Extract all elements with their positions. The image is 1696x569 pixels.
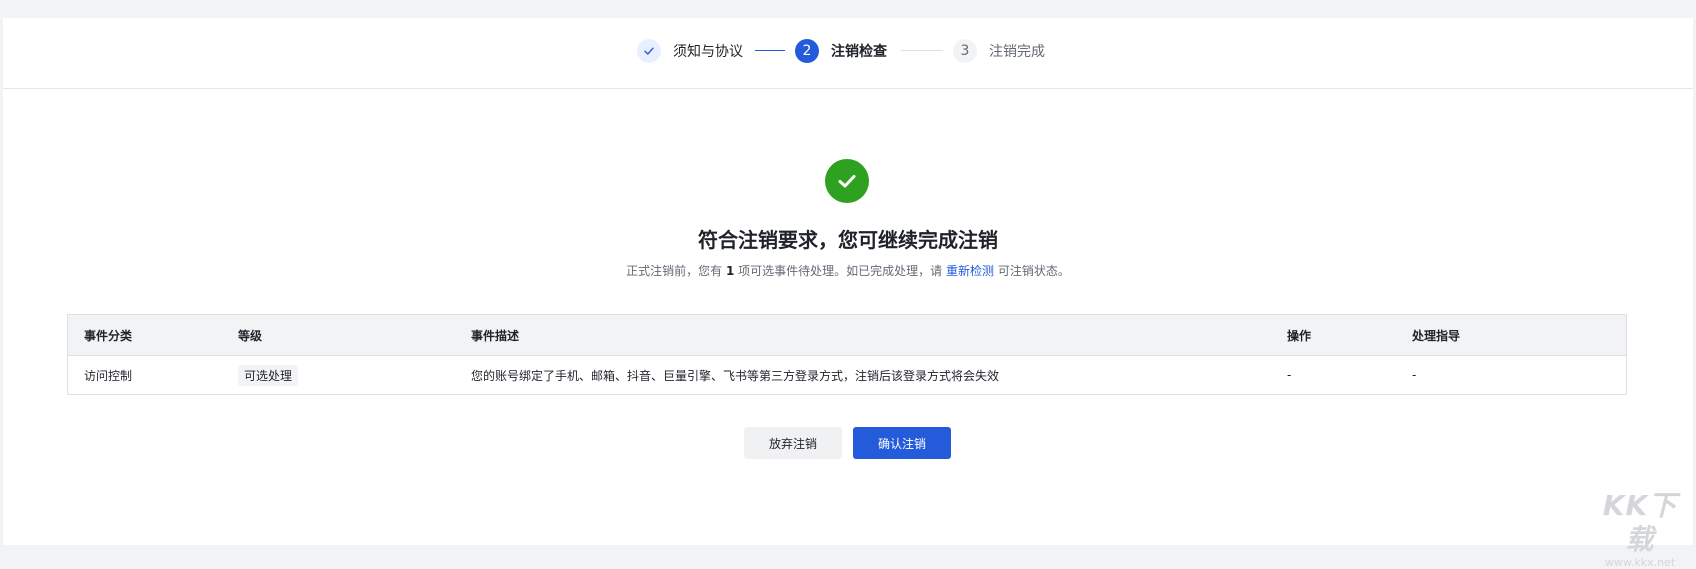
- step-check: 2 注销检查: [795, 38, 887, 64]
- step-connector-2: [901, 50, 943, 51]
- step-number-2: 2: [795, 39, 819, 63]
- header-action: 操作: [1287, 328, 1312, 343]
- watermark-url: www.kkx.net: [1604, 556, 1676, 569]
- result-description: 正式注销前，您有 1 项可选事件待处理。如已完成处理，请 重新检测 可注销状态。: [3, 262, 1693, 279]
- step-complete: 3 注销完成: [953, 38, 1045, 64]
- table-header-row: 事件分类 等级 事件描述 操作 处理指导: [68, 315, 1626, 356]
- abandon-button[interactable]: 放弃注销: [744, 427, 842, 459]
- cell-guide: -: [1412, 368, 1417, 382]
- recheck-link[interactable]: 重新检测: [946, 264, 994, 278]
- header-category: 事件分类: [84, 328, 133, 343]
- header-guide: 处理指导: [1412, 328, 1461, 343]
- cell-action: -: [1287, 368, 1292, 382]
- check-icon: [637, 39, 661, 63]
- step-label-agreement: 须知与协议: [673, 44, 743, 60]
- step-connector-1: [755, 50, 785, 51]
- cell-level: 可选处理: [238, 356, 299, 394]
- pending-count: 1: [725, 264, 735, 278]
- watermark-logo-text: KK下载: [1602, 489, 1678, 556]
- success-check-icon: [825, 159, 869, 203]
- level-tag: 可选处理: [238, 364, 299, 386]
- step-label-check: 注销检查: [831, 44, 887, 60]
- step-agreement: 须知与协议: [637, 38, 743, 64]
- cell-description: 您的账号绑定了手机、邮箱、抖音、巨量引擎、飞书等第三方登录方式，注销后该登录方式…: [471, 368, 1000, 383]
- desc-suffix: 可注销状态。: [997, 264, 1070, 278]
- table-row: 访问控制 可选处理 您的账号绑定了手机、邮箱、抖音、巨量引擎、飞书等第三方登录方…: [68, 356, 1626, 394]
- desc-middle: 项可选事件待处理。如已完成处理，请: [738, 264, 943, 278]
- stepper: 须知与协议 2 注销检查 3 注销完成: [3, 18, 1693, 89]
- main-panel: 须知与协议 2 注销检查 3 注销完成 符合注销要求，您可继续完成注销 正式注销…: [3, 18, 1693, 545]
- cell-category: 访问控制: [84, 368, 133, 383]
- desc-prefix: 正式注销前，您有: [626, 264, 723, 278]
- step-label-complete: 注销完成: [989, 44, 1045, 60]
- confirm-button[interactable]: 确认注销: [853, 427, 951, 459]
- header-level: 等级: [238, 328, 263, 343]
- event-table: 事件分类 等级 事件描述 操作 处理指导 访问控制 可选处理 您的账号绑定了手机…: [67, 314, 1627, 395]
- header-description: 事件描述: [471, 328, 520, 343]
- result-title: 符合注销要求，您可继续完成注销: [698, 228, 998, 252]
- watermark-logo: KK下载 www.kkx.net: [1592, 489, 1688, 569]
- step-number-3: 3: [953, 39, 977, 63]
